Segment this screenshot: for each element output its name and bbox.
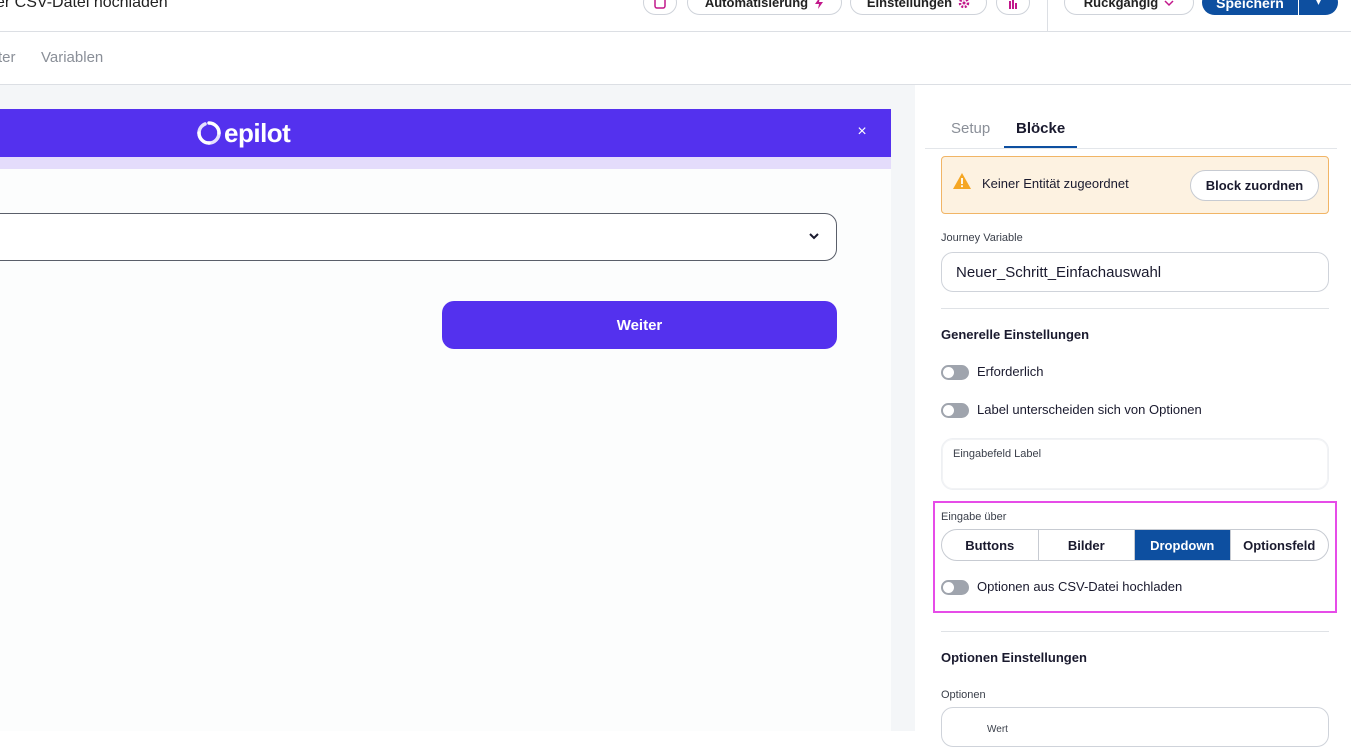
- close-icon[interactable]: ×: [852, 121, 872, 143]
- page-title: er CSV-Datei hochladen: [0, 0, 168, 11]
- warning-text: Keiner Entität zugeordnet: [982, 176, 1129, 191]
- option-value-label: Wert: [987, 724, 1008, 735]
- chevron-down-icon: [1164, 0, 1174, 6]
- settings-button[interactable]: Einstellungen: [850, 0, 987, 15]
- header-divider: [1047, 0, 1048, 31]
- input-via-label: Eingabe über: [941, 511, 1007, 523]
- top-header: er CSV-Datei hochladen Automatisierung E…: [0, 0, 1351, 32]
- required-toggle[interactable]: [941, 365, 969, 380]
- save-options-button[interactable]: ▾: [1299, 0, 1338, 15]
- segment-dropdown[interactable]: Dropdown: [1135, 530, 1231, 560]
- journey-variable-input[interactable]: Neuer_Schritt_Einfachauswahl: [941, 252, 1329, 292]
- gear-icon: [958, 0, 970, 8]
- brand-header: [0, 109, 891, 157]
- tab-blocks[interactable]: Blöcke: [1016, 120, 1065, 137]
- progress-bar: [0, 157, 891, 169]
- analytics-icon-button[interactable]: [996, 0, 1030, 15]
- epilot-logo: epilot: [196, 117, 291, 148]
- journey-variable-label: Journey Variable: [941, 232, 1023, 244]
- input-label-field[interactable]: [941, 438, 1329, 490]
- bar-chart-icon: [1009, 0, 1017, 9]
- subtab-variables[interactable]: Variablen: [41, 49, 103, 66]
- chevron-down-icon: ▾: [1315, 0, 1322, 8]
- label-differs-toggle[interactable]: [941, 403, 969, 418]
- tabs-divider: [925, 148, 1337, 149]
- logo-text: epilot: [224, 117, 291, 148]
- input-type-segmented-control: Buttons Bilder Dropdown Optionsfeld: [941, 529, 1329, 561]
- editor-subtabs: ter Variablen: [0, 32, 1351, 85]
- lightning-icon: [815, 0, 824, 9]
- segment-buttons[interactable]: Buttons: [942, 530, 1039, 560]
- journey-preview: [0, 109, 891, 731]
- input-label-field-label: Eingabefeld Label: [953, 448, 1042, 460]
- next-button[interactable]: Weiter: [442, 301, 837, 349]
- label-differs-label: Label unterscheiden sich von Optionen: [977, 402, 1202, 417]
- chevron-down-icon: [804, 225, 824, 247]
- active-tab-indicator: [1004, 146, 1077, 148]
- warning-icon: [953, 173, 971, 189]
- divider: [941, 308, 1329, 309]
- save-button[interactable]: Speichern: [1202, 0, 1298, 15]
- logo-icon: [197, 121, 221, 145]
- subtab-partial[interactable]: ter: [0, 49, 16, 66]
- segment-images[interactable]: Bilder: [1039, 530, 1135, 560]
- required-label: Erforderlich: [977, 364, 1044, 379]
- automation-label: Automatisierung: [704, 0, 809, 10]
- segment-radio[interactable]: Optionsfeld: [1231, 530, 1328, 560]
- options-label: Optionen: [941, 689, 986, 701]
- undo-label: Rückgängig: [1083, 0, 1159, 10]
- undo-button[interactable]: Rückgängig: [1064, 0, 1194, 15]
- assign-block-button[interactable]: Block zuordnen: [1190, 170, 1319, 201]
- tab-setup[interactable]: Setup: [951, 120, 990, 137]
- csv-upload-toggle[interactable]: [941, 580, 969, 595]
- settings-label: Einstellungen: [866, 0, 953, 10]
- csv-upload-label: Optionen aus CSV-Datei hochladen: [977, 579, 1183, 594]
- general-settings-title: Generelle Einstellungen: [941, 327, 1090, 342]
- preview-icon: [654, 0, 666, 9]
- divider: [941, 631, 1329, 632]
- automation-button[interactable]: Automatisierung: [687, 0, 842, 15]
- preview-dropdown[interactable]: [0, 213, 837, 261]
- preview-icon-button[interactable]: [643, 0, 677, 15]
- options-settings-title: Optionen Einstellungen: [941, 650, 1087, 665]
